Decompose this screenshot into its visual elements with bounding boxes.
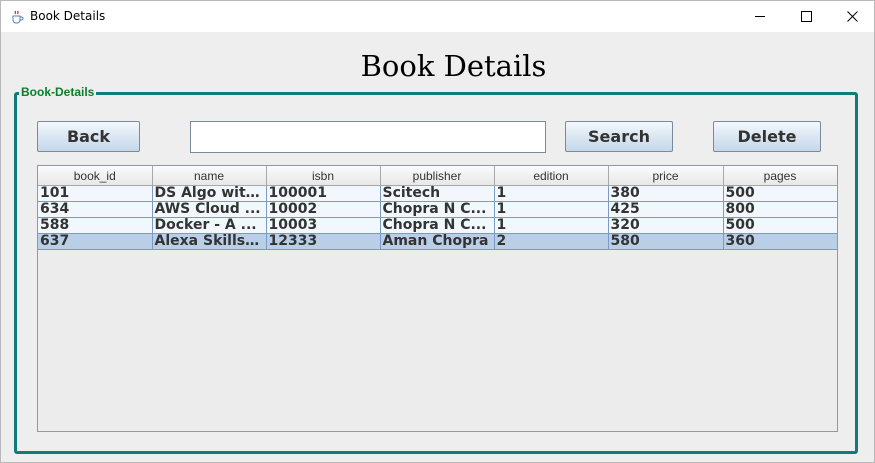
cell-publisher[interactable]: Aman Chopra: [380, 233, 495, 250]
column-header-book-id[interactable]: book_id: [38, 166, 153, 186]
cell-isbn[interactable]: 10002: [266, 201, 381, 218]
cell-book-id[interactable]: 101: [38, 185, 153, 202]
maximize-icon: [800, 7, 812, 26]
search-button[interactable]: Search: [565, 121, 673, 152]
cell-pages[interactable]: 500: [723, 185, 837, 202]
minimize-button[interactable]: [737, 1, 783, 32]
cell-name[interactable]: DS Algo with C: [152, 185, 267, 202]
table-header-row: book_id name isbn publisher edition pric…: [38, 166, 837, 186]
minimize-icon: [754, 7, 766, 26]
back-button[interactable]: Back: [37, 121, 140, 152]
page-title: Book Details: [360, 49, 547, 83]
cell-publisher[interactable]: Chopra N C...: [380, 217, 495, 234]
table-row[interactable]: 588 Docker - A ... 10003 Chopra N C... 1…: [38, 217, 837, 234]
column-header-edition[interactable]: edition: [494, 166, 609, 186]
column-header-price[interactable]: price: [608, 166, 724, 186]
table-row[interactable]: 634 AWS Cloud ... 10002 Chopra N C... 1 …: [38, 201, 837, 218]
table-row[interactable]: 101 DS Algo with C 100001 Scitech 1 380 …: [38, 185, 837, 202]
cell-edition[interactable]: 1: [494, 217, 609, 234]
cell-price[interactable]: 580: [608, 233, 724, 250]
cell-edition[interactable]: 1: [494, 185, 609, 202]
cell-isbn[interactable]: 12333: [266, 233, 381, 250]
cell-name[interactable]: AWS Cloud ...: [152, 201, 267, 218]
cell-book-id[interactable]: 634: [38, 201, 153, 218]
title-bar[interactable]: Book Details: [1, 1, 874, 32]
cell-isbn[interactable]: 100001: [266, 185, 381, 202]
cell-edition[interactable]: 1: [494, 201, 609, 218]
maximize-button[interactable]: [783, 1, 829, 32]
cell-publisher[interactable]: Scitech: [380, 185, 495, 202]
search-input[interactable]: [190, 121, 546, 153]
cell-edition[interactable]: 2: [494, 233, 609, 250]
app-window: Book Details Book Details Book-Details B…: [0, 0, 875, 463]
group-legend: Book-Details: [19, 85, 97, 99]
cell-price[interactable]: 320: [608, 217, 724, 234]
cell-pages[interactable]: 800: [723, 201, 837, 218]
cell-pages[interactable]: 360: [723, 233, 837, 250]
cell-book-id[interactable]: 637: [38, 233, 153, 250]
column-header-name[interactable]: name: [152, 166, 267, 186]
java-cup-icon: [10, 9, 24, 24]
close-icon: [846, 7, 858, 26]
cell-book-id[interactable]: 588: [38, 217, 153, 234]
cell-name[interactable]: Alexa Skills ...: [152, 233, 267, 250]
cell-price[interactable]: 380: [608, 185, 724, 202]
cell-pages[interactable]: 500: [723, 217, 837, 234]
cell-isbn[interactable]: 10003: [266, 217, 381, 234]
column-header-publisher[interactable]: publisher: [380, 166, 495, 186]
delete-button[interactable]: Delete: [713, 121, 821, 152]
column-header-pages[interactable]: pages: [723, 166, 837, 186]
table-row-selected[interactable]: 637 Alexa Skills ... 12333 Aman Chopra 2…: [38, 233, 837, 250]
cell-name[interactable]: Docker - A ...: [152, 217, 267, 234]
column-header-isbn[interactable]: isbn: [266, 166, 381, 186]
books-table[interactable]: book_id name isbn publisher edition pric…: [37, 165, 838, 432]
window-title: Book Details: [30, 9, 106, 23]
cell-publisher[interactable]: Chopra N C...: [380, 201, 495, 218]
close-button[interactable]: [829, 1, 875, 32]
cell-price[interactable]: 425: [608, 201, 724, 218]
